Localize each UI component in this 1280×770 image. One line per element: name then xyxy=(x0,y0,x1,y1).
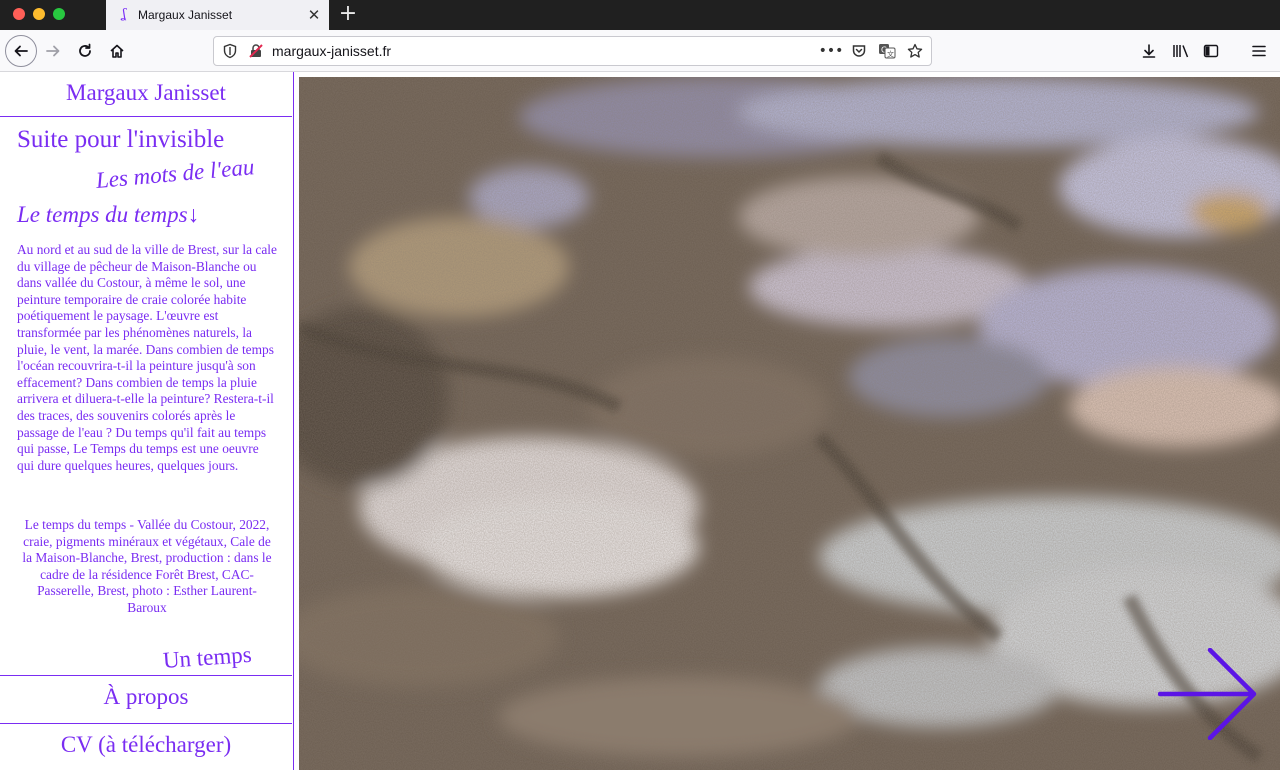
browser-tab[interactable]: ʆ Margaux Janisset ✕ xyxy=(106,0,329,30)
divider xyxy=(0,723,292,724)
project-link-le-temps-du-temps[interactable]: Le temps du temps↓ xyxy=(17,202,199,228)
new-tab-icon[interactable]: + xyxy=(336,2,360,26)
tab-title: Margaux Janisset xyxy=(138,8,233,22)
project-photo xyxy=(299,77,1280,770)
navigation-toolbar: margaux-janisset.fr ••• G文 xyxy=(0,30,1280,72)
right-arrow-icon[interactable] xyxy=(1158,648,1258,740)
url-text[interactable]: margaux-janisset.fr xyxy=(272,43,819,59)
favicon-icon: ʆ xyxy=(121,7,127,22)
shield-icon[interactable] xyxy=(222,43,238,59)
window-titlebar: ʆ Margaux Janisset ✕ + xyxy=(0,0,1280,30)
divider xyxy=(0,675,292,676)
bookmark-star-icon[interactable] xyxy=(903,39,927,63)
project-description: Au nord et au sud de la ville de Brest, … xyxy=(17,242,277,473)
home-icon[interactable] xyxy=(102,36,132,66)
menu-icon[interactable] xyxy=(1244,36,1274,66)
divider xyxy=(0,116,292,117)
forward-arrow-icon[interactable] xyxy=(38,36,68,66)
about-link[interactable]: À propos xyxy=(0,684,292,710)
insecure-lock-icon[interactable] xyxy=(248,43,264,59)
back-arrow-icon[interactable] xyxy=(5,35,37,67)
svg-text:文: 文 xyxy=(887,50,894,59)
sidebar: Margaux Janisset Suite pour l'invisible … xyxy=(0,72,294,770)
library-icon[interactable] xyxy=(1166,36,1196,66)
tab-close-icon[interactable]: ✕ xyxy=(303,4,325,26)
translate-icon[interactable]: G文 xyxy=(875,39,899,63)
download-icon[interactable] xyxy=(1134,36,1164,66)
sidebar-icon[interactable] xyxy=(1196,36,1226,66)
minimize-window-button[interactable] xyxy=(33,8,45,20)
site-title-link[interactable]: Margaux Janisset xyxy=(0,80,292,106)
project-link-un-temps[interactable]: Un temps xyxy=(162,642,252,674)
more-dots-icon[interactable]: ••• xyxy=(819,39,844,63)
toolbar-right-icons xyxy=(1134,36,1274,66)
webpage: Margaux Janisset Suite pour l'invisible … xyxy=(0,72,1280,770)
reload-icon[interactable] xyxy=(70,36,100,66)
project-caption: Le temps du temps - Vallée du Costour, 2… xyxy=(22,517,272,615)
pocket-icon[interactable] xyxy=(847,39,871,63)
maximize-window-button[interactable] xyxy=(53,8,65,20)
project-link-suite-pour-l-invisible[interactable]: Suite pour l'invisible xyxy=(17,126,224,154)
close-window-button[interactable] xyxy=(13,8,25,20)
project-link-les-mots-de-l-eau[interactable]: Les mots de l'eau xyxy=(95,154,256,194)
address-bar[interactable]: margaux-janisset.fr ••• G文 xyxy=(213,36,932,66)
cv-download-link[interactable]: CV (à télécharger) xyxy=(0,732,292,758)
